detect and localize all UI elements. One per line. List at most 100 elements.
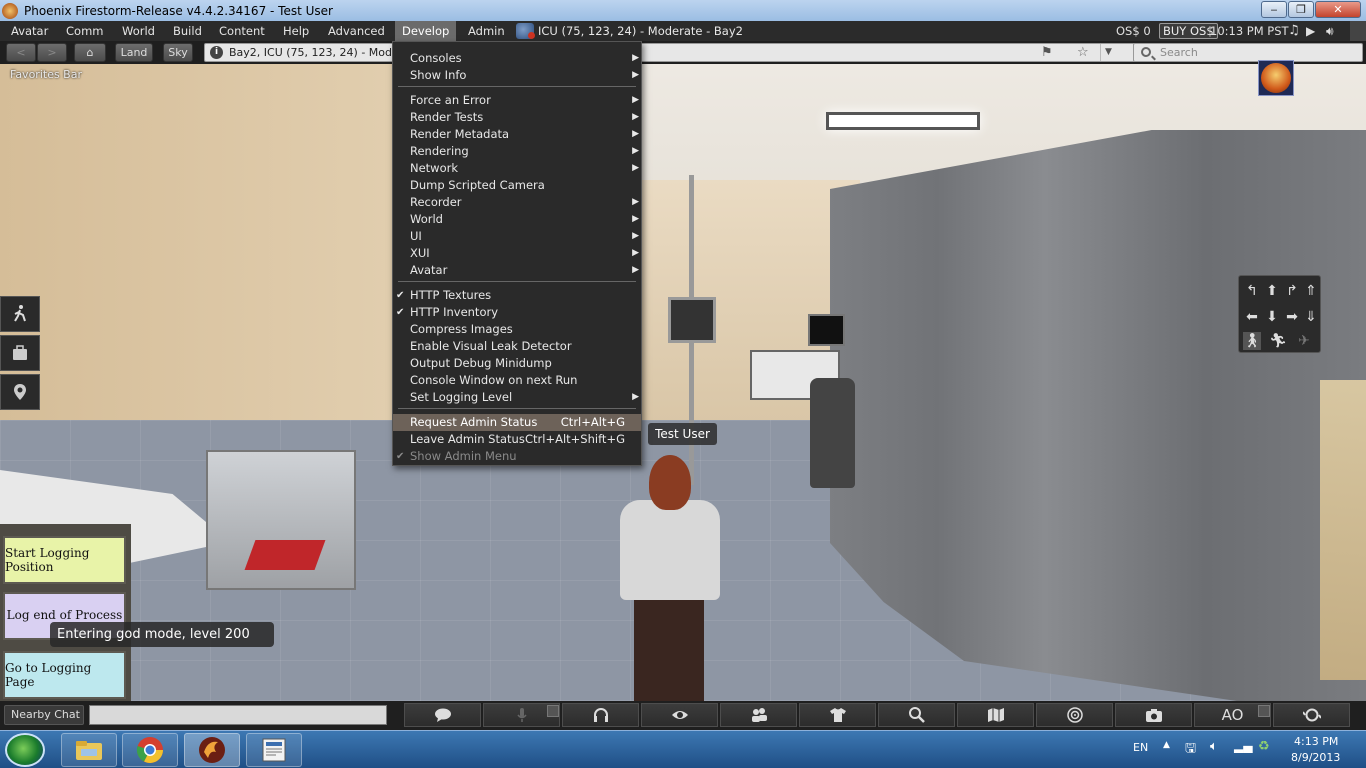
file-explorer-button[interactable]	[61, 733, 117, 767]
minimize-button[interactable]: ‒	[1261, 1, 1287, 18]
develop-menu-item[interactable]: Output Debug Minidump	[393, 355, 641, 372]
show-hidden-icons-icon[interactable]: ▲	[1163, 740, 1170, 750]
people-button[interactable]	[720, 703, 797, 727]
walk-mode-icon[interactable]: 🚶︎	[1243, 332, 1261, 350]
menu-item-label: Output Debug Minidump	[410, 356, 552, 370]
back-button[interactable]: <	[6, 43, 36, 62]
close-button[interactable]: ✕	[1315, 1, 1361, 18]
develop-menu-item[interactable]: HTTP Textures ✔	[393, 287, 641, 304]
minimap-button[interactable]	[1036, 703, 1113, 727]
fly-down-icon[interactable]: ⇓	[1302, 308, 1320, 326]
chat-input[interactable]	[89, 705, 387, 725]
go-logging-button[interactable]: Go to Logging Page	[3, 651, 126, 699]
home-button[interactable]: ⌂	[74, 43, 106, 62]
menu-comm[interactable]: Comm	[59, 21, 110, 41]
develop-menu-item[interactable]: Console Window on next Run	[393, 372, 641, 389]
start-logging-button[interactable]: Start Logging Position	[3, 536, 126, 584]
tray-device-icon[interactable]: 🖫︎	[1185, 739, 1196, 761]
world-viewport[interactable]	[0, 0, 1366, 730]
develop-menu-item[interactable]: UI ▶	[393, 228, 641, 245]
develop-menu-item[interactable]: Request Admin Status Ctrl+Alt+G	[393, 414, 641, 431]
input-language[interactable]: EN	[1133, 741, 1148, 754]
develop-menu-item[interactable]: XUI ▶	[393, 245, 641, 262]
network-icon[interactable]: ▂▄	[1234, 739, 1252, 753]
search-button[interactable]	[878, 703, 955, 727]
back-arrow-icon[interactable]: ⬇	[1263, 308, 1281, 326]
develop-menu-item[interactable]: Network ▶	[393, 160, 641, 177]
develop-menu-item[interactable]: HTTP Inventory ✔	[393, 304, 641, 321]
develop-menu-item[interactable]: World ▶	[393, 211, 641, 228]
search-input[interactable]: Search	[1133, 43, 1363, 62]
media-icon[interactable]: ▶	[1306, 21, 1315, 41]
music-icon[interactable]: ♫	[1288, 21, 1300, 41]
fly-mode-icon[interactable]: ✈︎	[1295, 332, 1313, 350]
menu-advanced[interactable]: Advanced	[321, 21, 392, 41]
menu-avatar[interactable]: Avatar	[4, 21, 55, 41]
voice-toggle[interactable]	[547, 705, 559, 717]
chevron-down-icon[interactable]: ▼	[1100, 44, 1116, 61]
map-button[interactable]	[957, 703, 1034, 727]
places-button[interactable]	[0, 374, 40, 410]
walk-button[interactable]	[0, 296, 40, 332]
firestorm-button[interactable]	[184, 733, 240, 767]
develop-menu-item[interactable]: Dump Scripted Camera	[393, 177, 641, 194]
menu-content[interactable]: Content	[212, 21, 272, 41]
chrome-button[interactable]	[122, 733, 178, 767]
ao-toggle[interactable]	[1258, 705, 1270, 717]
menu-separator	[398, 281, 636, 282]
nearby-chat-button[interactable]: Nearby Chat	[4, 705, 84, 725]
sky-button[interactable]: Sky	[163, 43, 193, 62]
move-button[interactable]	[1273, 703, 1350, 727]
info-icon[interactable]: i	[210, 46, 223, 59]
speaker-icon[interactable]: 🔈︎	[1210, 739, 1218, 754]
menu-develop[interactable]: Develop	[395, 21, 457, 41]
grid-logo-icon[interactable]	[1258, 60, 1294, 96]
speak-button[interactable]	[562, 703, 639, 727]
menu-build[interactable]: Build	[166, 21, 209, 41]
parcel-info[interactable]: ICU (75, 123, 24) - Moderate - Bay2	[516, 21, 743, 41]
volume-icon[interactable]: 🔊︎	[1326, 21, 1334, 41]
tray-app-icon[interactable]: ♻︎	[1258, 739, 1270, 754]
appearance-button[interactable]	[799, 703, 876, 727]
file-explorer-icon	[76, 741, 102, 760]
develop-menu-item[interactable]: Render Metadata ▶	[393, 126, 641, 143]
left-arrow-icon[interactable]: ⬅	[1243, 308, 1261, 326]
right-arrow-icon[interactable]: ➡	[1283, 308, 1301, 326]
menu-item-label: Network	[410, 161, 459, 175]
develop-menu-item[interactable]: Avatar ▶	[393, 262, 641, 279]
turn-left-icon[interactable]: ↰	[1243, 282, 1261, 300]
land-button[interactable]: Land	[115, 43, 153, 62]
turn-right-icon[interactable]: ↱	[1283, 282, 1301, 300]
menu-world[interactable]: World	[115, 21, 162, 41]
menu-admin[interactable]: Admin	[461, 21, 512, 41]
taskbar-date[interactable]: 8/9/2013	[1291, 751, 1340, 764]
develop-menu-item[interactable]: Compress Images	[393, 321, 641, 338]
develop-menu-item[interactable]: Force an Error ▶	[393, 92, 641, 109]
taskbar-time[interactable]: 4:13 PM	[1294, 735, 1338, 748]
inventory-button[interactable]	[0, 335, 40, 371]
snapshot-button[interactable]	[1115, 703, 1192, 727]
develop-menu-item[interactable]: Consoles ▶	[393, 50, 641, 67]
menu-item-label: Avatar	[410, 263, 448, 277]
develop-menu-item[interactable]: Enable Visual Leak Detector	[393, 338, 641, 355]
start-button[interactable]	[5, 733, 45, 767]
view-button[interactable]	[641, 703, 718, 727]
develop-menu-item[interactable]: Rendering ▶	[393, 143, 641, 160]
document-button[interactable]	[246, 733, 302, 767]
buy-currency-button[interactable]: BUY OS$	[1159, 23, 1218, 39]
develop-menu-item[interactable]: Set Logging Level ▶	[393, 389, 641, 406]
menu-help[interactable]: Help	[276, 21, 316, 41]
location-input[interactable]: i Bay2, ICU (75, 123, 24) - Moderate ⚑ ☆…	[204, 43, 1220, 62]
chat-button[interactable]	[404, 703, 481, 727]
maximize-button[interactable]: ❐	[1288, 1, 1314, 18]
star-icon[interactable]: ☆	[1077, 44, 1089, 61]
checkmark-icon: ✔	[396, 307, 405, 318]
develop-menu-item[interactable]: Leave Admin Status Ctrl+Alt+Shift+G	[393, 431, 641, 448]
fly-up-icon[interactable]: ⇑	[1302, 282, 1320, 300]
develop-menu-item[interactable]: Show Info ▶	[393, 67, 641, 84]
forward-button[interactable]: >	[37, 43, 67, 62]
run-mode-icon[interactable]: 🏃︎	[1269, 332, 1287, 350]
develop-menu-item[interactable]: Recorder ▶	[393, 194, 641, 211]
forward-arrow-icon[interactable]: ⬆	[1263, 282, 1281, 300]
develop-menu-item[interactable]: Render Tests ▶	[393, 109, 641, 126]
